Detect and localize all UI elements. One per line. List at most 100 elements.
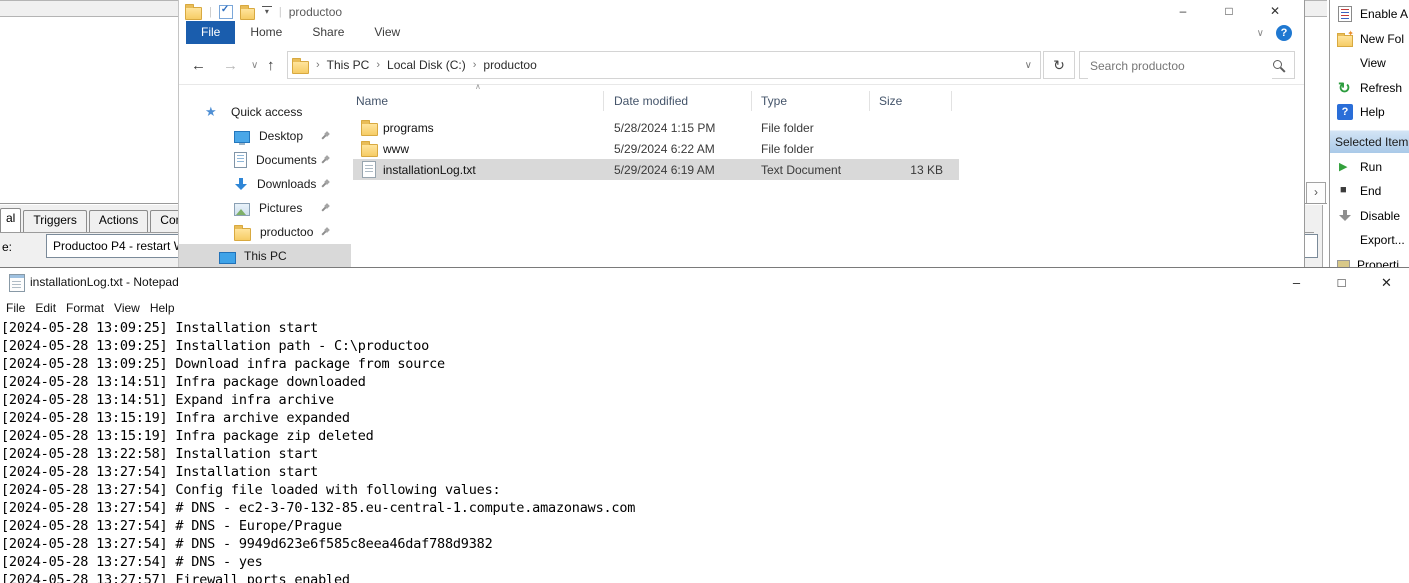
log-line: [2024-05-28 13:14:51] Infra package down…: [1, 373, 1409, 391]
dialog-tab[interactable]: Actions: [89, 210, 148, 232]
app-folder-icon: [185, 7, 202, 20]
recent-locations-button[interactable]: ∨: [251, 45, 258, 85]
sidebar-item-quick-access[interactable]: ★ Quick access: [179, 100, 351, 124]
refresh-button[interactable]: ↻: [1043, 51, 1075, 79]
actions-pane: Enable A New Fol View Refresh Help: [1329, 0, 1409, 268]
notepad-window-controls: – □ ✕: [1274, 268, 1409, 297]
empty-icon: [1337, 55, 1353, 71]
actions-pane-item[interactable]: View: [1330, 51, 1409, 76]
ribbon-tabs: File Home Share View: [186, 21, 415, 44]
scroll-right-button[interactable]: ›: [1306, 182, 1326, 204]
folder-icon: [234, 228, 251, 241]
pin-icon: [320, 204, 329, 213]
actions-pane-item[interactable]: Disable: [1330, 204, 1409, 229]
breadcrumb-item[interactable]: › This PC: [309, 58, 369, 72]
column-header-name[interactable]: Name: [356, 94, 388, 108]
dialog-tab[interactable]: al: [0, 208, 21, 232]
actions-pane-item[interactable]: Selected Item: [1330, 130, 1409, 153]
ribbon-tab[interactable]: Share: [297, 21, 359, 44]
column-header-date[interactable]: Date modified: [614, 94, 688, 108]
column-divider[interactable]: [951, 91, 952, 111]
file-row[interactable]: programs 5/28/2024 1:15 PM File folder: [353, 117, 959, 138]
ribbon-tab[interactable]: Home: [235, 21, 297, 44]
address-bar[interactable]: › This PC › Local Disk (C:) › productoo: [287, 51, 1041, 79]
actions-pane-item[interactable]: Refresh: [1330, 76, 1409, 101]
actions-pane-item[interactable]: Help: [1330, 100, 1409, 125]
up-arrow-icon: ↑: [267, 57, 275, 74]
desktop-icon: [234, 131, 250, 143]
breadcrumb-item[interactable]: › Local Disk (C:): [369, 58, 465, 72]
ribbon-tab[interactable]: View: [359, 21, 415, 44]
maximize-icon: □: [1338, 275, 1346, 290]
chevron-right-icon: ›: [1314, 185, 1318, 199]
dialog-tab[interactable]: Triggers: [23, 210, 87, 232]
customize-qat-icon[interactable]: ▾: [262, 6, 272, 17]
ribbon-tab[interactable]: File: [186, 21, 235, 44]
search-box: [1079, 51, 1295, 79]
log-line: [2024-05-28 13:27:54] # DNS - ec2-3-70-1…: [1, 499, 1409, 517]
documents-icon: [234, 152, 247, 168]
log-line: [2024-05-28 13:09:25] Installation start: [1, 319, 1409, 337]
notepad-app-icon: [9, 274, 25, 292]
help-icon[interactable]: ?: [1276, 25, 1292, 41]
forward-button[interactable]: →: [223, 45, 238, 85]
breadcrumb-item[interactable]: › productoo: [466, 58, 537, 72]
log-line: [2024-05-28 13:15:19] Infra archive expa…: [1, 409, 1409, 427]
pictures-icon: [234, 203, 250, 216]
sidebar-item[interactable]: Desktop: [179, 124, 351, 148]
quick-access-star-icon: ★: [205, 104, 221, 120]
file-explorer-window: | ▾ | productoo – □ ✕ File Home Share Vi…: [178, 0, 1305, 267]
breadcrumb: › This PC › Local Disk (C:) › productoo: [309, 58, 537, 72]
file-row[interactable]: installationLog.txt 5/29/2024 6:19 AM Te…: [353, 159, 959, 180]
column-divider[interactable]: [869, 91, 870, 111]
maximize-button[interactable]: □: [1319, 268, 1364, 297]
log-line: [2024-05-28 13:22:58] Installation start: [1, 445, 1409, 463]
close-button[interactable]: ✕: [1364, 268, 1409, 297]
column-divider[interactable]: [751, 91, 752, 111]
log-line: [2024-05-28 13:09:25] Download infra pac…: [1, 355, 1409, 373]
minimize-button[interactable]: –: [1160, 0, 1206, 22]
menu-item[interactable]: Format: [61, 298, 109, 318]
maximize-button[interactable]: □: [1206, 0, 1252, 22]
forward-arrow-icon: →: [223, 57, 238, 74]
menu-item[interactable]: Edit: [30, 298, 61, 318]
minimize-button[interactable]: –: [1274, 268, 1319, 297]
address-dropdown-icon[interactable]: ∨: [1025, 60, 1032, 71]
menu-item[interactable]: View: [109, 298, 145, 318]
column-divider[interactable]: [603, 91, 604, 111]
chevron-right-icon: ›: [466, 59, 484, 71]
actions-pane-item[interactable]: Run: [1330, 155, 1409, 180]
close-icon: ✕: [1381, 275, 1392, 291]
sidebar-item-this-pc[interactable]: This PC: [179, 244, 351, 268]
up-button[interactable]: ↑: [267, 45, 275, 85]
run-icon: [1337, 159, 1353, 175]
close-button[interactable]: ✕: [1252, 0, 1298, 22]
sidebar-item[interactable]: Downloads: [179, 172, 351, 196]
back-button[interactable]: ←: [191, 45, 206, 85]
screen: › al Triggers Actions Condition e: Produ…: [0, 0, 1409, 583]
new-folder-qat-icon[interactable]: [240, 8, 255, 20]
actions-pane-item[interactable]: Export...: [1330, 228, 1409, 253]
expand-ribbon-icon[interactable]: ∨: [1257, 28, 1264, 39]
menu-item[interactable]: File: [1, 298, 30, 318]
notepad-text-area[interactable]: [2024-05-28 13:09:25] Installation start…: [1, 319, 1409, 583]
column-header-type[interactable]: Type: [761, 94, 787, 108]
quick-access-toolbar: | ▾ | productoo: [185, 3, 342, 20]
sidebar-item[interactable]: productoo: [179, 220, 351, 244]
file-row[interactable]: www 5/29/2024 6:22 AM File folder: [353, 138, 959, 159]
separator: |: [279, 6, 282, 18]
column-header-size[interactable]: Size: [879, 94, 902, 108]
actions-pane-item[interactable]: New Fol: [1330, 27, 1409, 52]
sidebar-item[interactable]: Pictures: [179, 196, 351, 220]
log-line: [2024-05-28 13:14:51] Expand infra archi…: [1, 391, 1409, 409]
actions-pane-item[interactable]: End: [1330, 179, 1409, 204]
sidebar-item[interactable]: Documents: [179, 148, 351, 172]
navigation-bar: ← → ∨ ↑ › This PC › Local Disk: [179, 45, 1304, 85]
search-input[interactable]: [1088, 53, 1272, 79]
sidebar-pinned-items: Desktop Documents Downloads: [179, 124, 351, 244]
menu-item[interactable]: Help: [145, 298, 180, 318]
actions-pane-item[interactable]: Properti: [1330, 253, 1409, 269]
properties-check-icon[interactable]: [219, 5, 233, 19]
actions-pane-item[interactable]: Enable A: [1330, 2, 1409, 27]
log-line: [2024-05-28 13:27:54] # DNS - yes: [1, 553, 1409, 571]
